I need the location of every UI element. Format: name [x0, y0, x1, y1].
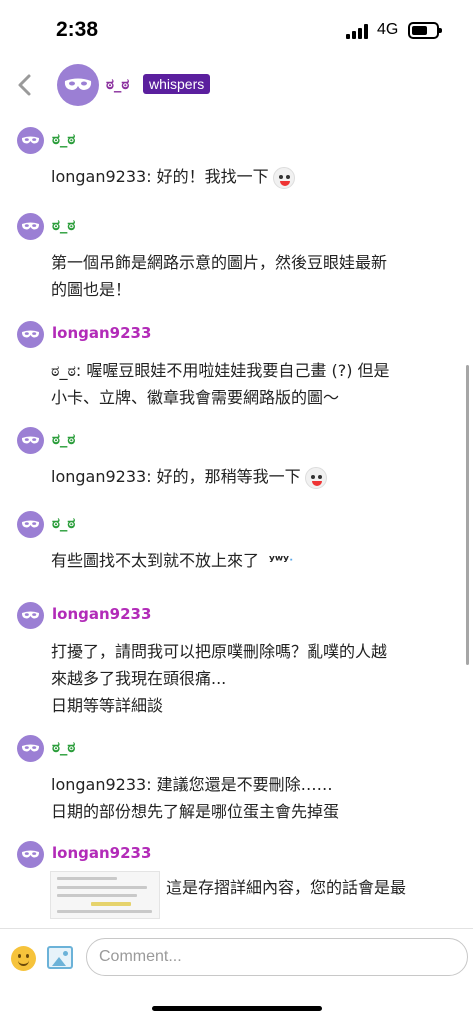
- sticker-text: ʸʷʸ: [269, 553, 289, 569]
- mask-icon[interactable]: [17, 511, 44, 538]
- message-username[interactable]: ಠ_ಠ: [52, 216, 75, 234]
- whispers-badge: whispers: [143, 74, 211, 94]
- message-line: longan9233: 好的！我找一下: [51, 167, 269, 186]
- message-body: 打擾了，請問我可以把原噗刪除嗎？亂噗的人越 來越多了我現在頭很痛... 日期等等…: [51, 638, 451, 719]
- message-body: longan9233: 建議您還是不要刪除…… 日期的部份想先了解是哪位蛋主會先…: [51, 771, 451, 825]
- mask-icon[interactable]: [17, 735, 44, 762]
- message-body: 有些圖找不太到就不放上來了 ʸʷʸᐧ: [51, 547, 451, 575]
- attachment-thumbnail[interactable]: [50, 871, 160, 919]
- conversation-header: ಠ_ಠ whispers: [0, 58, 473, 114]
- battery-icon: [408, 22, 442, 39]
- network-label: 4G: [377, 21, 399, 38]
- message-body: ಠ_ಠ: 喔喔豆眼娃不用啦娃娃我要自己畫 (?) 但是 小卡、立牌、徽章我會需要…: [51, 357, 451, 411]
- message-username[interactable]: ಠ_ಠ: [52, 430, 75, 448]
- home-indicator[interactable]: [152, 1006, 322, 1011]
- mask-icon[interactable]: [57, 64, 99, 106]
- status-time: 2:38: [56, 18, 99, 41]
- message-line: ಠ_ಠ: 喔喔豆眼娃不用啦娃娃我要自己畫 (?) 但是: [51, 361, 390, 380]
- message-username[interactable]: longan9233: [52, 605, 151, 623]
- mask-icon[interactable]: [17, 127, 44, 154]
- message-username[interactable]: ಠ_ಠ: [52, 514, 75, 532]
- message-line: 日期等等詳細談: [51, 696, 164, 715]
- message-username[interactable]: ಠ_ಠ: [52, 130, 75, 148]
- header-username[interactable]: ಠ_ಠ: [106, 75, 129, 93]
- mask-icon[interactable]: [17, 427, 44, 454]
- message-username[interactable]: longan9233: [52, 844, 151, 862]
- sticker-icon: [304, 466, 327, 489]
- back-chevron-icon[interactable]: [14, 70, 36, 100]
- message-line: 來越多了我現在頭很痛...: [51, 669, 227, 688]
- signal-icon: [346, 24, 370, 39]
- message-line: 的圖也是！: [51, 280, 132, 299]
- message-line: longan9233: 好的，那稍等我一下: [51, 467, 301, 486]
- image-icon[interactable]: [47, 946, 73, 969]
- mask-icon[interactable]: [17, 841, 44, 868]
- message-body: longan9233: 好的，那稍等我一下: [51, 463, 451, 490]
- message-line: 小卡、立牌、徽章我會需要網路版的圖～: [51, 388, 340, 407]
- message-body: 這是存摺詳細內容，您的話會是最: [166, 874, 456, 901]
- sticker-icon: [272, 166, 295, 189]
- message-username[interactable]: longan9233: [52, 324, 151, 342]
- message-body: 第一個吊飾是網路示意的圖片，然後豆眼娃最新 的圖也是！: [51, 249, 451, 303]
- message-username[interactable]: ಠ_ಠ: [52, 738, 75, 756]
- message-line: 日期的部份想先了解是哪位蛋主會先掉蛋: [51, 802, 340, 821]
- message-line: 打擾了，請問我可以把原噗刪除嗎？亂噗的人越: [51, 642, 388, 661]
- mask-icon[interactable]: [17, 321, 44, 348]
- message-body: longan9233: 好的！我找一下: [51, 163, 451, 190]
- message-line: longan9233: 建議您還是不要刪除……: [51, 775, 333, 794]
- mask-icon[interactable]: [17, 213, 44, 240]
- scrollbar[interactable]: [466, 365, 469, 665]
- comment-input[interactable]: [86, 938, 468, 976]
- crying-sticker-icon: ʸʷʸᐧ: [269, 553, 294, 569]
- smiley-icon[interactable]: [11, 946, 36, 971]
- mask-icon[interactable]: [17, 602, 44, 629]
- status-bar: 2:38 4G: [0, 0, 473, 58]
- message-line: 這是存摺詳細內容，您的話會是最: [166, 878, 407, 897]
- message-feed[interactable]: ಠ_ಠ longan9233: 好的！我找一下 ಠ_ಠ 第一個吊飾是網路示意的圖…: [0, 118, 473, 928]
- message-line: 有些圖找不太到就不放上來了: [51, 551, 260, 570]
- message-line: 第一個吊飾是網路示意的圖片，然後豆眼娃最新: [51, 253, 388, 272]
